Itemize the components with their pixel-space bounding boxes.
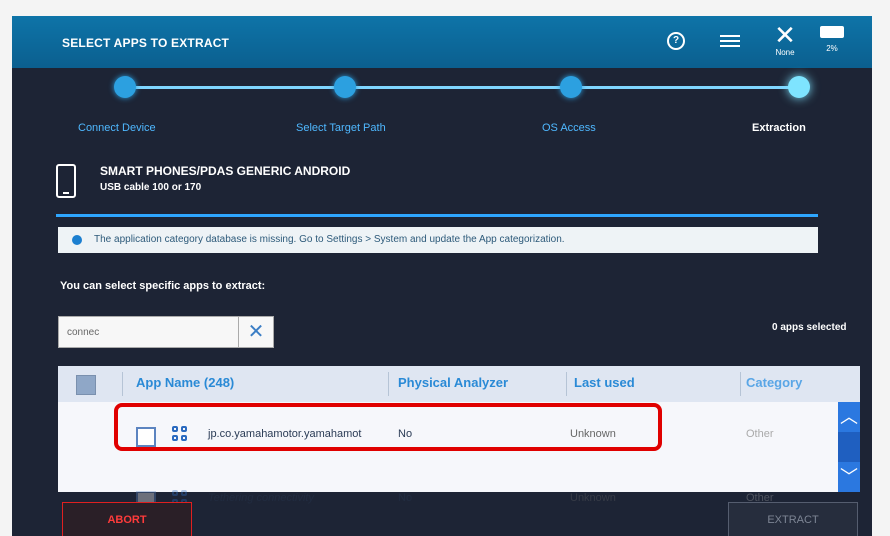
battery-icon — [820, 26, 844, 38]
phone-icon — [56, 164, 76, 198]
info-banner-text: The application category database is mis… — [94, 234, 565, 245]
select-apps-prompt: You can select specific apps to extract: — [60, 280, 266, 292]
progress-stepper: Connect Device Select Target Path OS Acc… — [12, 68, 872, 148]
step-label-connect-device: Connect Device — [78, 122, 156, 134]
help-icon[interactable]: ? — [667, 32, 685, 50]
battery-label: 2% — [826, 44, 838, 53]
header-physical-analyzer[interactable]: Physical Analyzer — [398, 375, 508, 390]
device-connection: USB cable 100 or 170 — [100, 182, 202, 193]
step-dot-connect-device — [114, 76, 136, 98]
divider — [56, 214, 818, 217]
table-scrollbar[interactable]: ︿ ﹀ — [838, 402, 860, 492]
step-dot-select-target-path — [334, 76, 356, 98]
app-name: Tethering connectivity — [208, 492, 314, 504]
step-dot-extraction — [788, 76, 810, 98]
stepper-track — [124, 86, 798, 89]
screen: SELECT APPS TO EXTRACT ? ✕ None 2% Conne… — [12, 16, 872, 536]
header-app-name[interactable]: App Name (248) — [136, 375, 234, 390]
step-dot-os-access — [560, 76, 582, 98]
select-all-checkbox[interactable] — [76, 375, 96, 395]
info-banner: The application category database is mis… — [58, 227, 818, 253]
page-title: SELECT APPS TO EXTRACT — [62, 36, 230, 50]
device-info: SMART PHONES/PDAS GENERIC ANDROID USB ca… — [56, 162, 816, 202]
info-icon — [72, 235, 82, 245]
network-status: ✕ None — [772, 22, 798, 62]
menu-icon[interactable] — [720, 32, 740, 50]
step-label-select-target-path: Select Target Path — [296, 122, 386, 134]
category-value: Other — [746, 428, 774, 440]
battery-status: 2% — [818, 22, 846, 62]
header-last-used[interactable]: Last used — [574, 375, 635, 390]
top-bar: SELECT APPS TO EXTRACT ? ✕ None 2% — [12, 16, 872, 68]
apps-selected-count: 0 apps selected — [772, 322, 847, 333]
highlight-annotation — [114, 403, 662, 451]
header-category[interactable]: Category — [746, 375, 802, 390]
clear-search-button[interactable]: ✕ — [238, 317, 273, 347]
column-separator — [740, 372, 741, 396]
network-label: None — [775, 48, 795, 57]
chevron-up-icon[interactable]: ︿ — [838, 402, 860, 432]
network-off-icon: ✕ — [774, 20, 796, 50]
step-label-os-access: OS Access — [542, 122, 596, 134]
search-box: ✕ — [58, 316, 274, 348]
chevron-down-icon[interactable]: ﹀ — [838, 462, 860, 492]
extract-button[interactable]: EXTRACT — [728, 502, 858, 536]
table-header: App Name (248) Physical Analyzer Last us… — [58, 366, 860, 402]
physical-analyzer-value: No — [398, 492, 413, 504]
abort-button[interactable]: ABORT — [62, 502, 192, 536]
column-separator — [388, 372, 389, 396]
device-name: SMART PHONES/PDAS GENERIC ANDROID — [100, 164, 351, 178]
last-used-value: Unknown — [570, 492, 616, 504]
column-separator — [566, 372, 567, 396]
step-label-extraction: Extraction — [752, 122, 806, 134]
column-separator — [122, 372, 123, 396]
search-input[interactable] — [65, 323, 219, 341]
